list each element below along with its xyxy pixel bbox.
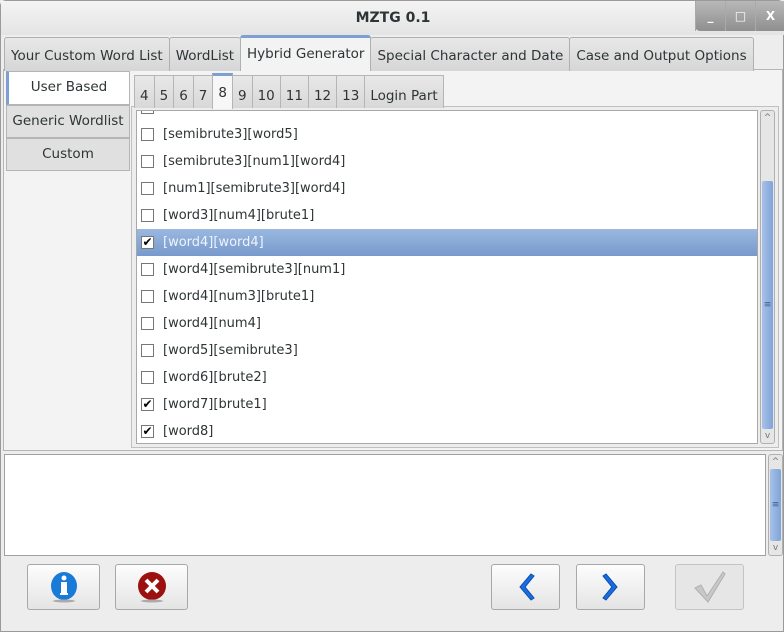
- checkbox[interactable]: ✔: [141, 425, 154, 438]
- info-button[interactable]: [27, 564, 100, 610]
- pattern-label: [word4][num4]: [163, 316, 261, 331]
- checkbox[interactable]: [141, 128, 154, 141]
- checkbox[interactable]: [141, 344, 154, 357]
- maximize-button[interactable]: □: [725, 1, 755, 31]
- tab-length-9[interactable]: 9: [231, 75, 253, 108]
- finish-button[interactable]: [675, 564, 744, 610]
- length-tabs: 4 5 6 7 8 9 10 11 12 13 Login Part: [134, 73, 444, 109]
- next-button[interactable]: [576, 564, 645, 610]
- cancel-button[interactable]: [115, 564, 188, 610]
- pattern-label: [word7][brute1]: [163, 397, 267, 412]
- chevron-right-icon: [601, 573, 618, 601]
- output-scrollbar[interactable]: ^ ≡ v: [768, 454, 783, 556]
- checkbox[interactable]: ✔: [141, 236, 154, 249]
- chevron-left-icon: [518, 573, 535, 601]
- checkbox[interactable]: [141, 111, 154, 114]
- back-button[interactable]: [491, 564, 560, 610]
- tab-length-7[interactable]: 7: [192, 75, 214, 108]
- main-tabs: Your Custom Word List WordList Hybrid Ge…: [4, 35, 754, 71]
- scrollbar-thumb[interactable]: ≡: [770, 469, 781, 541]
- side-tabs: User Based Generic Wordlist Custom: [6, 71, 130, 171]
- scroll-down-arrow-icon[interactable]: v: [769, 541, 782, 555]
- tab-user-based[interactable]: User Based: [6, 71, 130, 105]
- pattern-list-scrollbar[interactable]: ^ ≡ v: [760, 110, 775, 444]
- list-item[interactable]: [word3][num4][brute1]: [137, 202, 757, 229]
- scroll-up-arrow-icon[interactable]: ^: [769, 455, 782, 469]
- tab-custom[interactable]: Custom: [6, 138, 130, 171]
- tab-length-4[interactable]: 4: [134, 75, 155, 108]
- pattern-label: [semibrute3][word5]: [163, 127, 298, 142]
- list-item[interactable]: ✔ [word8]: [137, 418, 757, 443]
- checkbox[interactable]: ✔: [141, 398, 154, 411]
- cancel-icon: [137, 572, 166, 603]
- pattern-list[interactable]: [semibrute3][word5] [semibrute3][num1][wo…: [136, 110, 758, 444]
- scroll-up-arrow-icon[interactable]: ^: [761, 111, 774, 125]
- list-item[interactable]: [word6][brute2]: [137, 364, 757, 391]
- pattern-label: [word4][word4]: [163, 235, 264, 250]
- list-item[interactable]: [semibrute3][word5]: [137, 121, 757, 148]
- checkbox[interactable]: [141, 209, 154, 222]
- list-item[interactable]: [num1][semibrute3][word4]: [137, 175, 757, 202]
- pattern-label: [word3][num4][brute1]: [163, 208, 315, 223]
- checkbox[interactable]: [141, 290, 154, 303]
- list-item[interactable]: ✔ [word7][brute1]: [137, 391, 757, 418]
- checkbox[interactable]: [141, 263, 154, 276]
- list-item[interactable]: [word4][semibrute3][num1]: [137, 256, 757, 283]
- info-icon: [50, 572, 77, 603]
- list-item[interactable]: [word5][semibrute3]: [137, 337, 757, 364]
- title-bar: MZTG 0.1 _ □ X: [1, 1, 784, 35]
- tab-length-5[interactable]: 5: [153, 75, 175, 108]
- pattern-label: [semibrute3][num1][word4]: [163, 154, 346, 169]
- pattern-label: [num1][semibrute3][word4]: [163, 181, 346, 196]
- output-log[interactable]: [4, 454, 766, 556]
- list-item[interactable]: [word4][num3][brute1]: [137, 283, 757, 310]
- tab-length-10[interactable]: 10: [251, 75, 281, 108]
- checkbox[interactable]: [141, 182, 154, 195]
- scrollbar-thumb[interactable]: ≡: [762, 181, 773, 429]
- checkbox[interactable]: [141, 371, 154, 384]
- app-window: MZTG 0.1 _ □ X Your Custom Word List Wor…: [0, 0, 784, 632]
- tab-length-12[interactable]: 12: [307, 75, 338, 108]
- checkbox[interactable]: [141, 155, 154, 168]
- check-icon: [693, 571, 726, 603]
- tab-length-13[interactable]: 13: [336, 75, 366, 108]
- tab-length-login-part[interactable]: Login Part: [364, 75, 444, 108]
- list-item-partial: [137, 111, 757, 121]
- scroll-down-arrow-icon[interactable]: v: [761, 429, 774, 443]
- tab-length-11[interactable]: 11: [279, 75, 309, 108]
- minimize-button[interactable]: _: [695, 1, 725, 31]
- list-item[interactable]: [semibrute3][num1][word4]: [137, 148, 757, 175]
- pattern-label: [word6][brute2]: [163, 370, 267, 385]
- pattern-label: [word8]: [163, 424, 214, 439]
- tab-special-character-date[interactable]: Special Character and Date: [370, 37, 571, 71]
- tab-case-output-options[interactable]: Case and Output Options: [569, 37, 754, 71]
- list-item[interactable]: ✔ [word4][word4]: [137, 229, 757, 256]
- list-item[interactable]: [word4][num4]: [137, 310, 757, 337]
- pattern-label: [word4][num3][brute1]: [163, 289, 315, 304]
- window-title: MZTG 0.1: [355, 10, 431, 26]
- checkbox[interactable]: [141, 317, 154, 330]
- tab-wordlist[interactable]: WordList: [168, 37, 242, 71]
- pattern-label: [word5][semibrute3]: [163, 343, 298, 358]
- tab-generic-wordlist[interactable]: Generic Wordlist: [6, 105, 130, 138]
- close-button[interactable]: X: [755, 1, 784, 31]
- pattern-label: [word4][semibrute3][num1]: [163, 262, 346, 277]
- tab-length-8[interactable]: 8: [212, 73, 233, 109]
- tab-custom-word-list[interactable]: Your Custom Word List: [4, 37, 170, 71]
- tab-length-6[interactable]: 6: [173, 75, 194, 108]
- tab-hybrid-generator[interactable]: Hybrid Generator: [240, 35, 372, 71]
